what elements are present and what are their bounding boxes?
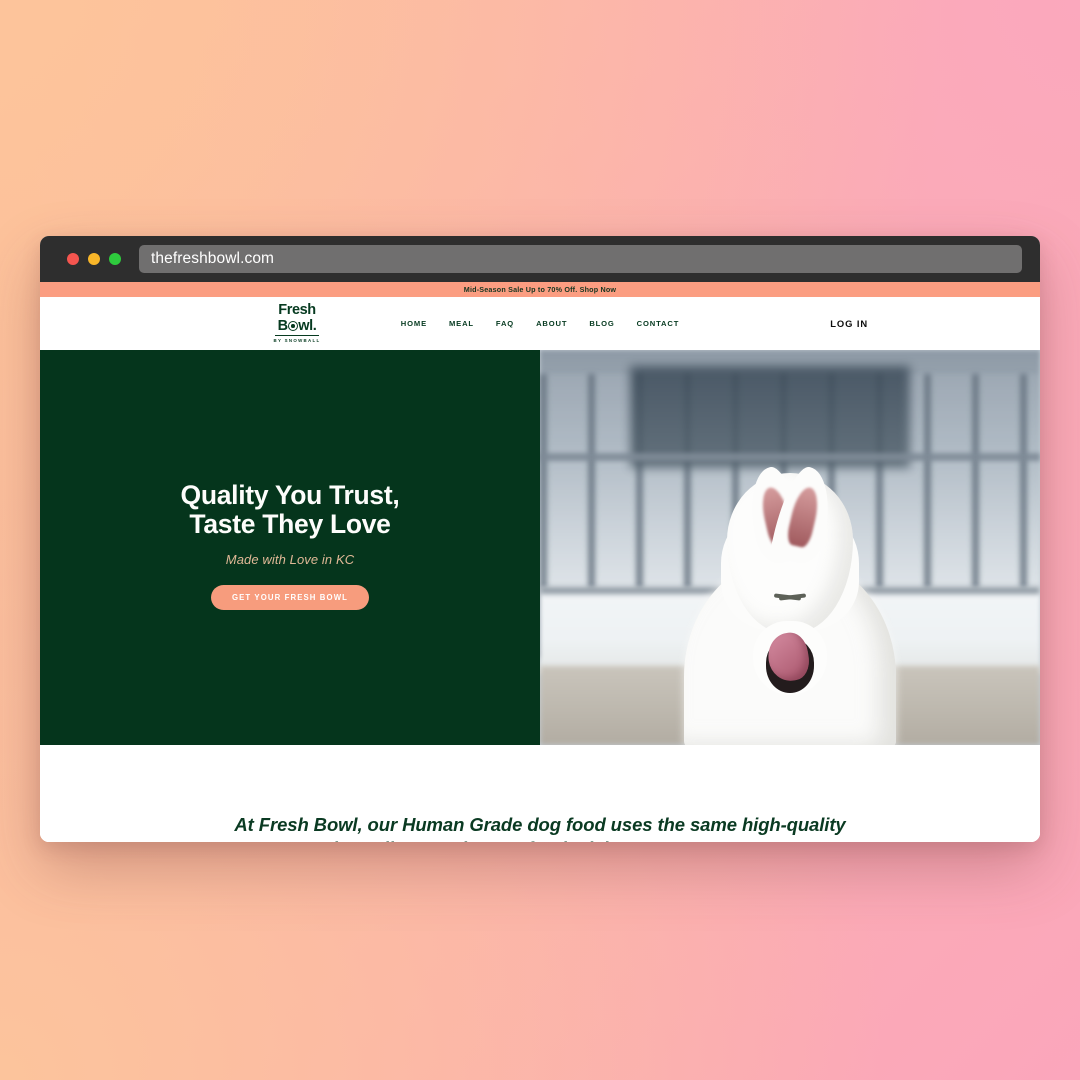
site-header: Fresh B wl . BY SNOWBALL HOME MEAL FAQ A… — [40, 297, 1040, 350]
main-navigation: HOME MEAL FAQ ABOUT BLOG CONTACT — [40, 319, 1040, 328]
nav-item-blog[interactable]: BLOG — [589, 319, 614, 328]
hero-copy-panel: Quality You Trust, Taste They Love Made … — [40, 350, 540, 745]
dog-photo — [540, 350, 1040, 745]
logo-divider — [275, 335, 319, 336]
intro-paragraph: At Fresh Bowl, our Human Grade dog food … — [200, 813, 880, 842]
login-button[interactable]: LOG IN — [830, 318, 868, 329]
intro-copy-section: At Fresh Bowl, our Human Grade dog food … — [40, 745, 1040, 842]
nav-item-faq[interactable]: FAQ — [496, 319, 514, 328]
hero-image — [540, 350, 1040, 745]
hero-headline: Quality You Trust, Taste They Love — [180, 479, 400, 539]
minimize-window-icon[interactable] — [88, 253, 100, 265]
window-controls — [54, 253, 121, 265]
nav-item-home[interactable]: HOME — [401, 319, 427, 328]
dog-subject — [660, 421, 920, 745]
hero-subtitle: Made with Love in KC — [225, 552, 355, 568]
browser-window: thefreshbowl.com Mid-Season Sale Up to 7… — [40, 236, 1040, 842]
hero-headline-line-two: Taste They Love — [189, 509, 391, 539]
intro-paragraph-line-one: At Fresh Bowl, our Human Grade dog food … — [234, 814, 737, 835]
maximize-window-icon[interactable] — [109, 253, 121, 265]
announcement-bar[interactable]: Mid-Season Sale Up to 70% Off. Shop Now — [40, 282, 1040, 297]
logo-line-one: Fresh — [278, 302, 316, 318]
hero-section: Quality You Trust, Taste They Love Made … — [40, 350, 1040, 745]
nav-item-about[interactable]: ABOUT — [536, 319, 567, 328]
close-window-icon[interactable] — [67, 253, 79, 265]
page-viewport: Mid-Season Sale Up to 70% Off. Shop Now … — [40, 282, 1040, 842]
announcement-text: Mid-Season Sale Up to 70% Off. Shop Now — [463, 285, 617, 294]
hero-headline-line-one: Quality You Trust, — [180, 479, 400, 510]
logo-tagline: BY SNOWBALL — [273, 338, 321, 343]
nav-item-contact[interactable]: CONTACT — [637, 319, 680, 328]
get-your-fresh-bowl-button[interactable]: GET YOUR FRESH BOWL — [210, 585, 370, 611]
browser-chrome: thefreshbowl.com — [40, 236, 1040, 282]
nav-item-meal[interactable]: MEAL — [449, 319, 474, 328]
address-bar[interactable]: thefreshbowl.com — [139, 245, 1022, 273]
address-bar-url: thefreshbowl.com — [151, 250, 275, 267]
